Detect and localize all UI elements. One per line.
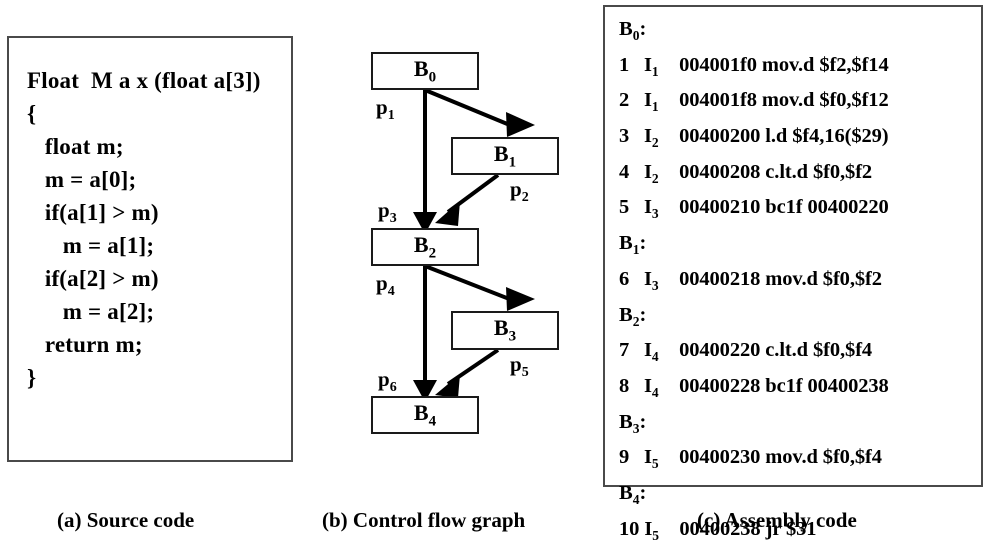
instruction-address: 00400210 (679, 196, 761, 219)
cfg-node-b4[interactable]: B4 (371, 396, 479, 434)
instruction-address: 00400230 (679, 446, 761, 469)
assembly-code-panel: B0: 1 I1 004001f0 mov.d $f2,$f14 2 I1 0040… (603, 5, 983, 543)
instruction-tag: I5 (644, 446, 659, 472)
assembly-block-header: B1: (619, 232, 647, 258)
assembly-instruction-row: 2 I1 004001f8 mov.d $f0,$f12 (619, 86, 977, 122)
instruction-tag: I3 (644, 267, 659, 293)
instruction-text: mov.d $f0,$f4 (765, 446, 882, 469)
instruction-tag: I3 (644, 196, 659, 222)
instruction-text: bc1f 00400238 (765, 374, 889, 397)
instruction-number: 1 (619, 53, 630, 76)
control-flow-graph-panel: B0 B1 B2 B3 B4 p1 p2 p3 p4 p5 p6 (330, 0, 590, 495)
cfg-node-b2-label: B2 (413, 231, 437, 262)
instruction-number: 2 (619, 89, 630, 112)
cfg-node-b1-label: B1 (493, 140, 517, 171)
cfg-edge-label-p2: p2 (510, 177, 529, 206)
source-code-text: Float M a x (float a[3]) { float m; m = … (27, 68, 261, 390)
assembly-block-header: B3: (619, 410, 647, 436)
cfg-edge-b2-b3 (424, 264, 535, 311)
instruction-address: 004001f0 (679, 53, 757, 76)
cfg-node-b2[interactable]: B2 (371, 228, 479, 266)
cfg-edge-b0-b1 (424, 88, 535, 137)
source-code-panel: Float M a x (float a[3]) { float m; m = … (7, 36, 293, 462)
cfg-node-b4-label: B4 (413, 399, 437, 430)
instruction-number: 4 (619, 160, 630, 183)
assembly-instruction-row: 1 I1 004001f0 mov.d $f2,$f14 (619, 51, 977, 87)
cfg-node-b3[interactable]: B3 (451, 311, 559, 350)
instruction-tag: I4 (644, 374, 659, 400)
instruction-address: 00400208 (679, 160, 761, 183)
instruction-text: c.lt.d $f0,$f2 (765, 160, 873, 183)
instruction-text: mov.d $f0,$f2 (765, 267, 882, 290)
instruction-address: 004001f8 (679, 89, 757, 112)
instruction-text: c.lt.d $f0,$f4 (765, 339, 873, 362)
caption-assembly-code: (c) Assembly code (697, 508, 857, 532)
cfg-node-b3-label: B3 (493, 315, 517, 345)
caption-control-flow-graph: (b) Control flow graph (322, 508, 526, 532)
instruction-tag: I2 (644, 160, 659, 186)
cfg-edge-label-p4: p4 (376, 271, 395, 300)
instruction-address: 00400218 (679, 267, 761, 290)
cfg-edge-label-p5: p5 (510, 352, 529, 381)
cfg-edge-p5 (435, 348, 500, 398)
instruction-text: l.d $f4,16($29) (765, 125, 889, 148)
instruction-tag: I1 (644, 53, 659, 79)
cfg-edge-label-p6: p6 (378, 367, 397, 396)
cfg-edge-p1 (413, 90, 437, 234)
instruction-number: 8 (619, 374, 630, 397)
instruction-tag: I2 (644, 125, 659, 151)
instruction-text: mov.d $f0,$f12 (761, 89, 889, 112)
assembly-instruction-row: 9 I5 00400230 mov.d $f0,$f4 (619, 443, 977, 479)
assembly-block-header: B2: (619, 303, 647, 329)
instruction-text: bc1f 00400220 (765, 196, 889, 219)
cfg-edge-p2 (435, 173, 500, 226)
assembly-instruction-row: 4 I2 00400208 c.lt.d $f0,$f2 (619, 158, 977, 194)
instruction-tag: I5 (644, 517, 659, 543)
instruction-number: 9 (619, 446, 630, 469)
instruction-address: 00400228 (679, 374, 761, 397)
cfg-edge-label-p1: p1 (376, 95, 395, 124)
instruction-tag: I4 (644, 339, 659, 365)
instruction-number: 10 (619, 517, 640, 540)
instruction-address: 00400200 (679, 125, 761, 148)
cfg-node-b1[interactable]: B1 (451, 137, 559, 175)
instruction-text: mov.d $f2,$f14 (761, 53, 889, 76)
instruction-tag: I1 (644, 89, 659, 115)
assembly-instruction-row: 5 I3 00400210 bc1f 00400220 (619, 193, 977, 229)
assembly-instruction-row: 3 I2 00400200 l.d $f4,16($29) (619, 122, 977, 158)
assembly-instruction-row: 8 I4 00400228 bc1f 00400238 (619, 372, 977, 408)
assembly-instruction-row: 7 I4 00400220 c.lt.d $f0,$f4 (619, 336, 977, 372)
figure-root: Float M a x (float a[3]) { float m; m = … (0, 0, 1000, 548)
instruction-address: 00400220 (679, 339, 761, 362)
assembly-instruction-row: 6 I3 00400218 mov.d $f0,$f2 (619, 265, 977, 301)
cfg-node-b0-label: B0 (413, 55, 437, 86)
cfg-edge-label-p3: p3 (378, 198, 397, 227)
instruction-number: 7 (619, 339, 630, 362)
assembly-block-header: B0: (619, 18, 647, 44)
caption-source-code: (a) Source code (57, 508, 195, 532)
assembly-code-list: B0: 1 I1 004001f0 mov.d $f2,$f14 2 I1 0040… (619, 15, 977, 548)
instruction-number: 3 (619, 125, 630, 148)
instruction-number: 6 (619, 267, 630, 290)
instruction-number: 5 (619, 196, 630, 219)
cfg-edge-p4 (413, 266, 437, 402)
cfg-node-b0[interactable]: B0 (371, 52, 479, 90)
